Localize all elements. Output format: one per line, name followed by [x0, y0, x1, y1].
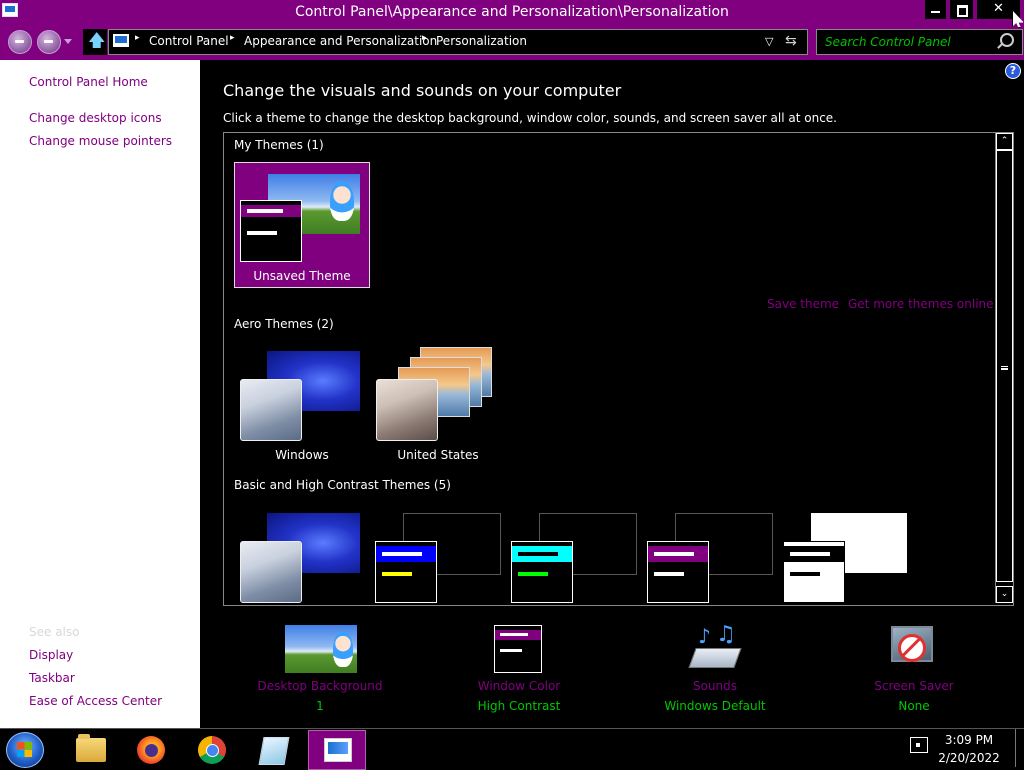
control-panel-icon [324, 738, 352, 762]
chrome-icon [198, 736, 226, 764]
sounds-icon[interactable]: ♪ ♫ [688, 624, 742, 672]
title-bar: Control Panel\Appearance and Personaliza… [0, 0, 1024, 24]
desktop-background-value[interactable]: 1 [240, 699, 400, 713]
high-contrast-2-theme-tile[interactable] [506, 507, 642, 603]
breadcrumb-personalization[interactable]: Personalization [436, 34, 527, 48]
change-desktop-icons-link[interactable]: Change desktop icons [29, 111, 162, 125]
high-contrast-white-theme-tile[interactable] [778, 507, 914, 603]
breadcrumb-separator-icon[interactable]: ▸ [230, 33, 235, 43]
folder-icon [76, 734, 106, 762]
search-icon[interactable] [1000, 33, 1014, 47]
taskbar [0, 728, 1024, 770]
scroll-grip-icon [1001, 366, 1008, 370]
maximize-button[interactable] [950, 0, 973, 19]
window-color-thumbnail [647, 541, 709, 603]
windows-basic-theme-tile[interactable] [234, 507, 370, 603]
scroll-up-button[interactable]: ⌃ [996, 133, 1013, 150]
basic-themes-heading: Basic and High Contrast Themes (5) [234, 478, 451, 492]
window-title: Control Panel\Appearance and Personaliza… [295, 4, 729, 20]
up-button[interactable]: 🡅 [83, 29, 107, 55]
up-arrow-icon: 🡅 [88, 31, 106, 51]
firefox-icon [137, 736, 165, 764]
character-picture [330, 181, 354, 221]
minimize-button[interactable] [925, 0, 946, 19]
taskbar-file-explorer[interactable] [62, 730, 118, 768]
taskbar-control-panel[interactable] [308, 730, 366, 770]
ease-of-access-link[interactable]: Ease of Access Center [29, 694, 162, 708]
network-icon[interactable] [910, 737, 928, 753]
my-themes-heading: My Themes (1) [234, 138, 324, 152]
page-title: Change the visuals and sounds on your co… [223, 81, 622, 100]
display-link[interactable]: Display [29, 648, 73, 662]
window-color-value[interactable]: High Contrast [439, 699, 599, 713]
high-contrast-1-theme-tile[interactable] [370, 507, 506, 603]
breadcrumb-separator-icon[interactable]: ▸ [422, 33, 427, 43]
window-color-icon[interactable] [494, 625, 542, 673]
windows-logo-icon [17, 750, 32, 757]
aero-themes-heading: Aero Themes (2) [234, 317, 334, 331]
get-more-themes-link[interactable]: Get more themes online [848, 297, 994, 311]
window-color-thumbnail [240, 541, 302, 603]
window-color-thumbnail [240, 379, 302, 441]
united-states-theme-label[interactable]: United States [370, 448, 506, 462]
refresh-icon[interactable]: ⇆ [785, 33, 797, 49]
screen-saver-link[interactable]: Screen Saver [834, 679, 994, 693]
window-color-thumbnail [375, 541, 437, 603]
address-bar[interactable]: ▸ Control Panel ▸ Appearance and Persona… [108, 29, 808, 55]
control-panel-icon [113, 34, 129, 47]
forward-button[interactable] [37, 30, 61, 54]
start-button[interactable] [6, 732, 44, 768]
breadcrumb-appearance[interactable]: Appearance and Personalization [244, 34, 437, 48]
page-description: Click a theme to change the desktop back… [223, 111, 837, 125]
screen-saver-value[interactable]: None [834, 699, 994, 713]
recent-pages-dropdown-icon[interactable] [64, 39, 72, 44]
show-desktop-button[interactable] [1015, 729, 1024, 767]
taskbar-notepad[interactable] [245, 730, 301, 768]
sounds-link[interactable]: Sounds [635, 679, 795, 693]
breadcrumb-separator-icon[interactable]: ▸ [135, 33, 140, 43]
window-color-thumbnail [511, 541, 573, 603]
help-icon[interactable]: ? [1005, 63, 1021, 79]
save-theme-link[interactable]: Save theme [767, 297, 839, 311]
clock-date[interactable]: 2/20/2022 [930, 751, 1008, 765]
desktop-background-icon[interactable] [285, 625, 357, 673]
control-panel-home-link[interactable]: Control Panel Home [29, 75, 148, 89]
sounds-value[interactable]: Windows Default [635, 699, 795, 713]
window-color-thumbnail [240, 200, 302, 262]
theme-list-scrollbar[interactable]: ⌃ ⌄ [995, 133, 1013, 603]
unsaved-theme-label[interactable]: Unsaved Theme [234, 269, 370, 283]
search-box[interactable] [816, 29, 1023, 55]
navigation-bar: 🡅 ▸ Control Panel ▸ Appearance and Perso… [0, 24, 1024, 60]
united-states-theme-tile[interactable] [370, 343, 506, 453]
scroll-down-button[interactable]: ⌄ [996, 586, 1013, 603]
window-color-thumbnail [783, 541, 845, 603]
see-also-heading: See also [29, 625, 80, 639]
high-contrast-black-theme-tile[interactable] [642, 507, 778, 603]
screen-saver-icon[interactable] [889, 624, 937, 672]
address-dropdown-icon[interactable]: ▽ [765, 35, 773, 48]
back-button[interactable] [8, 30, 32, 54]
notepad-icon [258, 737, 290, 765]
scroll-thumb[interactable] [996, 150, 1013, 582]
window-color-thumbnail [376, 379, 438, 441]
desktop-background-link[interactable]: Desktop Background [240, 679, 400, 693]
windows-theme-tile[interactable] [234, 343, 370, 453]
taskbar-firefox[interactable] [123, 730, 179, 768]
window-color-link[interactable]: Window Color [439, 679, 599, 693]
search-input[interactable] [825, 34, 995, 50]
taskbar-link[interactable]: Taskbar [29, 671, 75, 685]
clock-time[interactable]: 3:09 PM [930, 733, 1008, 747]
taskbar-chrome[interactable] [184, 730, 240, 768]
breadcrumb-control-panel[interactable]: Control Panel [149, 34, 229, 48]
windows-theme-label[interactable]: Windows [234, 448, 370, 462]
change-mouse-pointers-link[interactable]: Change mouse pointers [29, 134, 172, 148]
